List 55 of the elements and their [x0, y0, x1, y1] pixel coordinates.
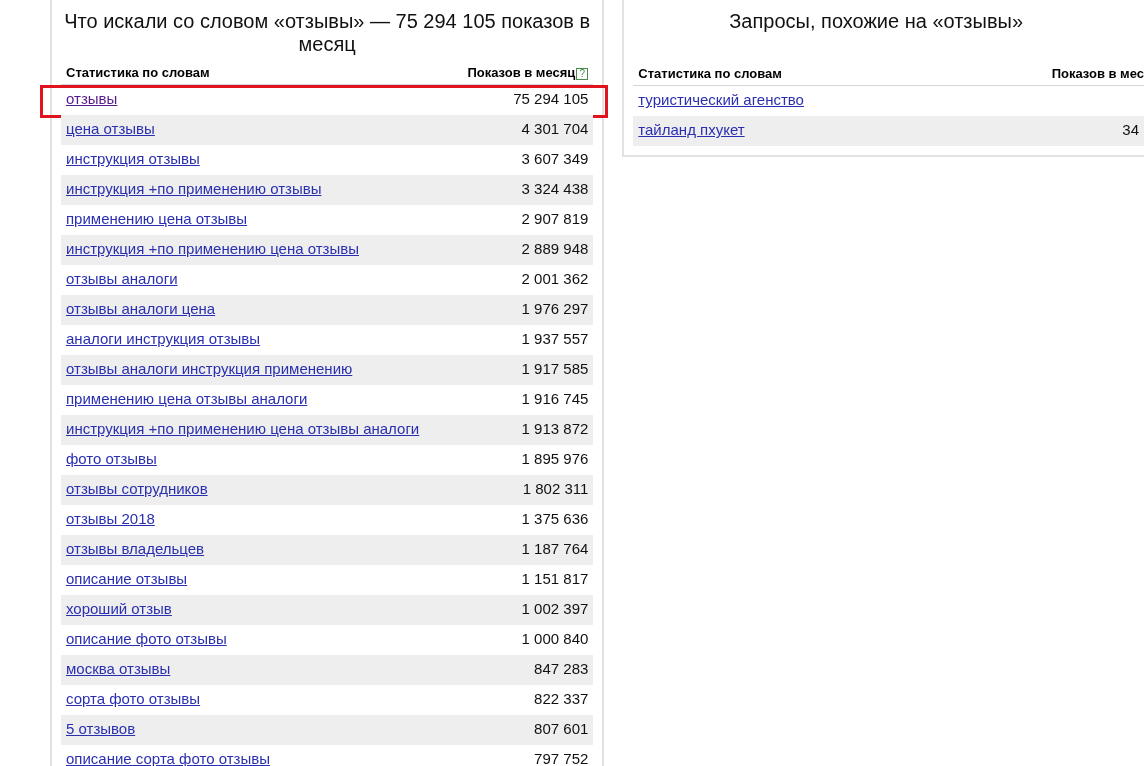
keyword-link[interactable]: применению цена отзывы	[66, 208, 248, 231]
keyword-link[interactable]: инструкция +по применению цена отзывы	[66, 238, 359, 261]
count-cell-text: 1 375 636	[521, 509, 589, 530]
count-cell-text: 1 976 297	[521, 299, 589, 320]
keyword-link[interactable]: цена отзывы	[66, 118, 155, 141]
keyword-link[interactable]: отзывы аналоги	[66, 268, 178, 291]
count-cell-text: 1 002 397	[521, 599, 589, 620]
count-cell-text: 797 752	[534, 749, 589, 766]
count-cell-text: 847 283	[534, 659, 589, 680]
keyword-link[interactable]: аналоги инструкция отзывы	[66, 328, 261, 351]
keyword-link[interactable]: инструкция +по применению цена отзывы аналоги	[66, 418, 420, 441]
help-icon[interactable]: ?	[576, 67, 589, 80]
count-cell-text: 1 187 764	[521, 539, 589, 560]
keyword-link[interactable]: отзывы	[66, 88, 118, 111]
keyword-link[interactable]: описание фото отзывы	[66, 628, 227, 651]
count-cell-text: 2 907 819	[521, 209, 589, 230]
keyword-link[interactable]: 5 отзывов	[66, 718, 136, 741]
count-cell-text: 1 913 872	[521, 419, 589, 440]
keyword-link[interactable]: инструкция отзывы	[66, 148, 200, 171]
count-cell-text: 807 601	[534, 719, 589, 740]
count-cell-text: 4 301 704	[521, 119, 589, 140]
count-cell-text: 75 294 105	[513, 89, 589, 110]
keyword-link[interactable]: москва отзывы	[66, 658, 171, 681]
column-header: Статистика по словам	[638, 65, 782, 83]
count-cell-text: 822 337	[534, 689, 589, 710]
keyword-link[interactable]: сорта фото отзывы	[66, 688, 201, 711]
keyword-link[interactable]: отзывы аналоги цена	[66, 298, 216, 321]
count-cell-text: 2 889 948	[521, 239, 589, 260]
keyword-link[interactable]: отзывы 2018	[66, 508, 155, 531]
keyword-link[interactable]: отзывы владельцев	[66, 538, 205, 561]
column-header: Показов в месяц	[467, 64, 576, 82]
keyword-link[interactable]: отзывы аналоги инструкция применению	[66, 358, 353, 381]
keyword-link[interactable]: описание отзывы	[66, 568, 188, 591]
count-cell-text: 3 607 349	[521, 149, 589, 170]
count-cell-text: 1 895 976	[521, 449, 589, 470]
count-cell-text: 1 000 840	[521, 629, 589, 650]
count-cell-text: 1 916 745	[521, 389, 589, 410]
count-cell-text: 1 937 557	[521, 329, 589, 350]
column-header: Показов в мес	[1051, 65, 1144, 83]
panel-title: Что искали со словом «отзывы» — 75 294 105 показов в месяц	[63, 10, 592, 56]
count-cell-text: 3 324 438	[521, 179, 589, 200]
count-cell-text: 1 802 311	[522, 479, 589, 500]
keyword-link[interactable]: фото отзывы	[66, 448, 157, 471]
keyword-link[interactable]: применению цена отзывы аналоги	[66, 388, 308, 411]
keyword-link[interactable]: хороший отзыв	[66, 598, 172, 621]
keyword-link[interactable]: инструкция +по применению отзывы	[66, 178, 322, 201]
keyword-link[interactable]: тайланд пхукет	[638, 119, 745, 142]
keyword-link[interactable]: отзывы сотрудников	[66, 478, 208, 501]
count-cell-text: 34	[1122, 120, 1139, 141]
column-header: Статистика по словам	[66, 64, 210, 82]
count-cell-text: 1 151 817	[521, 569, 589, 590]
keyword-link[interactable]: туристический агенство	[638, 89, 804, 112]
count-cell-text: 1 917 585	[521, 359, 589, 380]
panel-title: Запросы, похожие на «отзывы»	[728, 10, 1025, 33]
count-cell-text: 2 001 362	[521, 269, 589, 290]
